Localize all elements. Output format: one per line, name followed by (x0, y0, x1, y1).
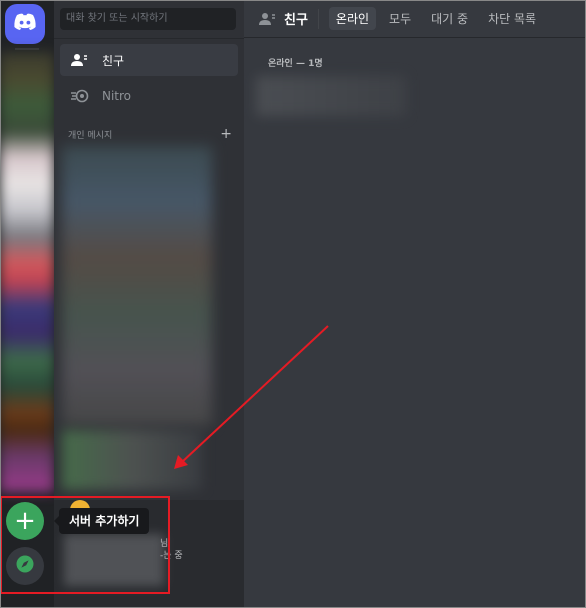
highlight-box (0, 496, 170, 594)
friends-wave-icon (258, 12, 276, 26)
server-list[interactable] (0, 52, 54, 492)
tab-pending[interactable]: 대기 중 (424, 7, 475, 30)
online-count-header: 온라인 — 1명 (268, 59, 323, 69)
friends-wave-icon (70, 53, 92, 67)
sidebar-item-label: 친구 (102, 53, 125, 68)
tab-blocked[interactable]: 차단 목록 (481, 7, 543, 30)
discord-logo-icon (13, 13, 37, 35)
sidebar-item-nitro[interactable]: Nitro (60, 80, 238, 112)
friends-header: 친구 온라인 모두 대기 중 차단 목록 (244, 0, 586, 38)
dm-header-label: 개인 메시지 (68, 130, 113, 141)
tab-all[interactable]: 모두 (382, 7, 418, 30)
home-button[interactable] (5, 4, 45, 44)
page-title-label: 친구 (284, 13, 308, 28)
rail-separator (15, 48, 39, 50)
main-content: 친구 온라인 모두 대기 중 차단 목록 온라인 — 1명 (244, 0, 586, 608)
sidebar-divider (54, 38, 244, 39)
friend-row[interactable] (256, 76, 406, 116)
dm-section-header: 개인 메시지 + (68, 126, 232, 142)
tab-online[interactable]: 온라인 (328, 7, 377, 30)
nitro-icon (70, 89, 92, 103)
sidebar-item-friends[interactable]: 친구 (60, 44, 238, 76)
create-dm-plus-icon[interactable]: + (220, 126, 232, 142)
sidebar-item-label: Nitro (102, 89, 132, 103)
dm-list[interactable] (62, 146, 212, 426)
page-title: 친구 (258, 9, 308, 28)
search-input[interactable]: 대화 찾기 또는 시작하기 (60, 8, 236, 30)
dm-list-item[interactable] (62, 430, 202, 490)
header-divider (317, 8, 319, 29)
